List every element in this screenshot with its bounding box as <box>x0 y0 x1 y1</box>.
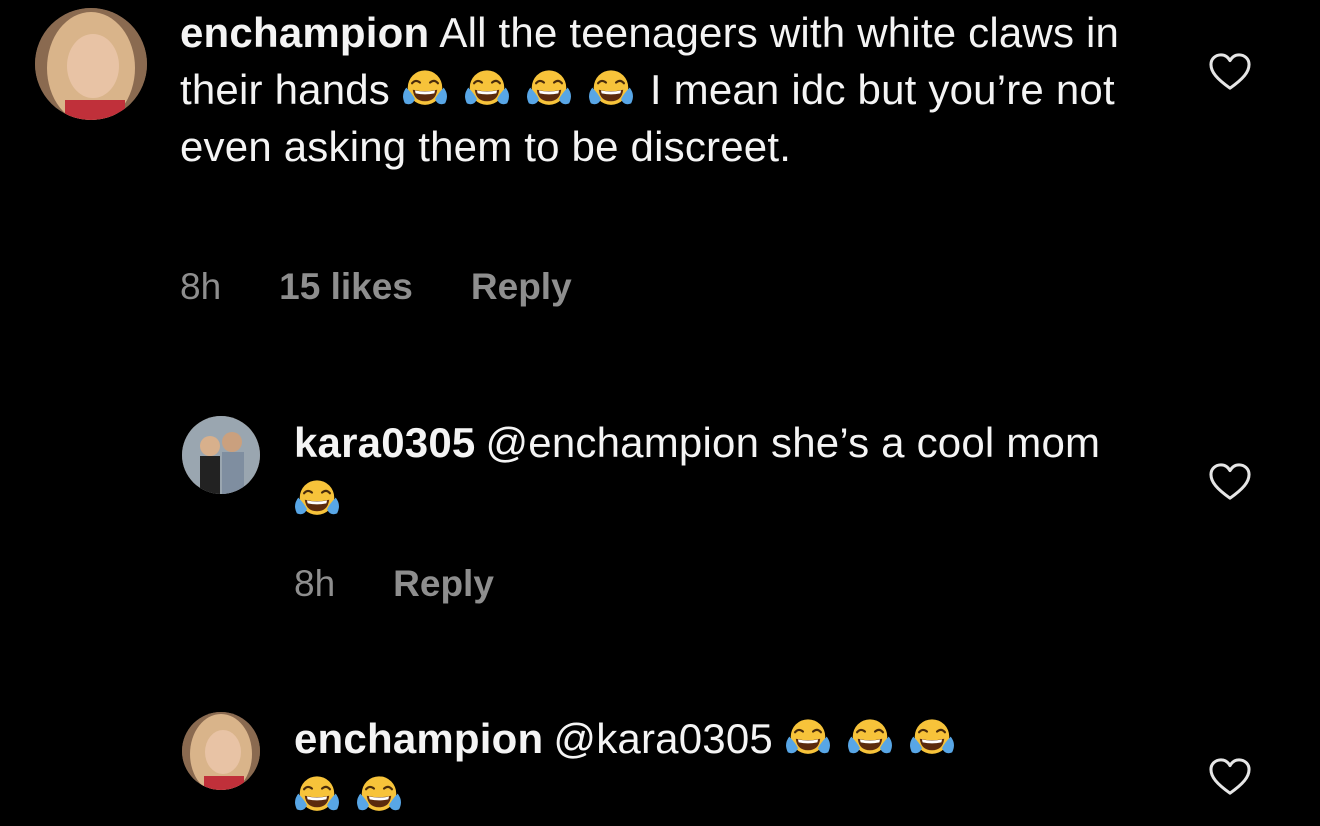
likes-count[interactable]: 15 likes <box>279 266 413 307</box>
comment-username[interactable]: enchampion <box>294 715 543 762</box>
comment-text: @kara0305 <box>553 715 773 762</box>
like-heart-icon[interactable] <box>1207 757 1253 797</box>
comment-meta: 8h Reply <box>294 563 552 605</box>
comment-meta: 8h 15 likes Reply <box>180 266 630 308</box>
avatar[interactable] <box>35 8 147 120</box>
avatar-photo <box>182 416 260 494</box>
avatar-photo <box>35 8 147 120</box>
comment-time: 8h <box>180 266 222 307</box>
joy-emoji-icon <box>294 476 340 522</box>
joy-emoji-icon <box>356 772 402 818</box>
reply-button[interactable]: Reply <box>471 266 572 307</box>
comment-time: 8h <box>294 563 336 604</box>
joy-emoji-icon <box>588 66 634 112</box>
avatar[interactable] <box>182 416 260 494</box>
avatar[interactable] <box>182 712 260 790</box>
avatar-photo <box>182 712 260 790</box>
reply-button[interactable]: Reply <box>393 563 494 604</box>
joy-emoji-icon <box>464 66 510 112</box>
comment-username[interactable]: kara0305 <box>294 419 475 466</box>
like-heart-icon[interactable] <box>1207 52 1253 92</box>
joy-emoji-icon <box>526 66 572 112</box>
comment-text: @enchampion she’s a cool mom <box>485 419 1101 466</box>
joy-emoji-icon <box>785 715 831 761</box>
like-heart-icon[interactable] <box>1207 462 1253 502</box>
joy-emoji-icon <box>909 715 955 761</box>
joy-emoji-icon <box>847 715 893 761</box>
joy-emoji-icon <box>402 66 448 112</box>
joy-emoji-icon <box>294 772 340 818</box>
comment-username[interactable]: enchampion <box>180 9 429 56</box>
